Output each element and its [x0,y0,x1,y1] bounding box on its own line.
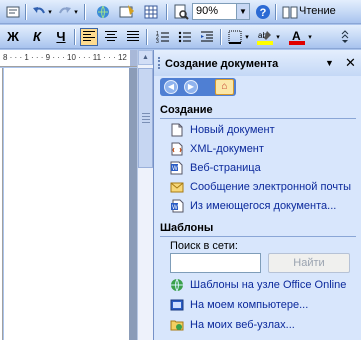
standard-toolbar: ▾ ▾ 90% ▼ ? Чтение [0,0,361,24]
section-divider [160,118,356,119]
align-left-button[interactable] [80,28,98,46]
numbering-button[interactable]: 123 [154,28,172,46]
undo-dropdown-icon[interactable]: ▾ [46,3,54,21]
svg-text:A: A [292,29,301,43]
numbered-list-icon: 123 [156,31,169,44]
toolbar-options-icon[interactable] [340,28,350,46]
help-icon[interactable]: ? [254,3,272,21]
insert-table-icon[interactable] [142,3,160,21]
xml-document-link[interactable]: XML-документ [170,140,264,158]
pane-menu-icon[interactable]: ▼ [325,58,334,68]
section-divider [160,236,356,237]
bold-button[interactable]: Ж [4,28,22,46]
drag-handle-icon[interactable] [158,57,160,69]
align-left-icon [83,31,95,43]
my-websites-templates-link[interactable]: На моих веб-узлах... [170,316,295,334]
print-preview-icon[interactable] [172,3,190,21]
font-color-button[interactable]: A [288,28,306,46]
task-pane-header: Создание документа ▼ ✕ [154,50,361,76]
template-search-input[interactable] [170,253,261,273]
formatting-toolbar: Ж К Ч 123 ▾ ab ▾ A ▾ [0,25,361,49]
blank-document-icon [170,123,184,137]
highlight-dropdown-icon[interactable]: ▾ [274,28,282,46]
zoom-dropdown-icon[interactable]: ▼ [236,4,249,19]
from-existing-document-link[interactable]: W Из имеющегося документа... [170,197,336,215]
link-label: На моих веб-узлах... [190,319,295,331]
align-center-button[interactable] [102,28,120,46]
font-color-icon: A [289,29,305,45]
task-pane-title: Создание документа [165,58,279,70]
read-mode-icon[interactable] [281,3,299,21]
italic-button[interactable]: К [28,28,46,46]
xml-document-icon [170,142,184,156]
link-label: Шаблоны на узле Office Online [190,279,347,291]
bullets-button[interactable] [176,28,194,46]
toolbar-separator [166,4,167,20]
web-page-icon: W [170,161,184,175]
svg-text:W: W [172,205,178,211]
link-label: Сообщение электронной почты [190,181,352,193]
toolbar-separator [84,4,85,20]
my-computer-icon [170,298,184,312]
search-online-label: Поиск в сети: [170,240,238,252]
redo-dropdown-icon[interactable]: ▾ [72,3,80,21]
scroll-up-icon[interactable]: ▲ [138,50,153,65]
insert-hyperlink-icon[interactable] [94,3,112,21]
link-label: Новый документ [190,124,275,136]
link-label: XML-документ [190,143,264,155]
new-document-link[interactable]: Новый документ [170,121,275,139]
toolbar-separator [146,29,147,45]
borders-button[interactable] [226,28,244,46]
link-label: На моем компьютере... [190,299,309,311]
scrollbar-thumb[interactable] [138,68,153,168]
read-mode-button[interactable]: Чтение [299,5,336,17]
home-icon[interactable]: ⌂ [215,79,234,95]
align-justify-button[interactable] [124,28,142,46]
office-online-templates-link[interactable]: Шаблоны на узле Office Online [170,276,346,294]
create-section-heading: Создание [160,104,213,116]
toolbar-separator [275,4,276,20]
justify-icon [127,31,139,43]
ruler-ticks: 8 · · · 1 · · · 9 · · · 10 · · · 11 · · … [3,53,132,62]
align-center-icon [105,31,117,43]
vertical-scrollbar[interactable]: ▲ [137,50,153,340]
bullet-list-icon [178,31,191,43]
document-page[interactable] [4,68,129,340]
horizontal-ruler[interactable]: 8 · · · 1 · · · 9 · · · 10 · · · 11 · · … [0,50,153,67]
toolbar-separator [74,29,75,45]
tables-borders-icon[interactable] [118,3,136,21]
task-pane-nav: ◀ ▶ ⌂ [160,78,236,96]
font-color-dropdown-icon[interactable]: ▾ [306,28,314,46]
envelope-icon [170,180,184,194]
highlighter-icon: ab [257,31,273,45]
svg-text:3: 3 [156,39,159,44]
svg-text:?: ? [260,7,267,19]
task-pane: Создание документа ▼ ✕ ◀ ▶ ⌂ Создание Но… [153,50,361,340]
toolbar-separator [220,29,221,45]
research-icon[interactable] [4,3,22,21]
email-message-link[interactable]: Сообщение электронной почты [170,178,351,196]
web-page-link[interactable]: W Веб-страница [170,159,261,177]
toolbar-separator [25,4,26,20]
borders-dropdown-icon[interactable]: ▾ [243,28,251,46]
document-from-existing-icon: W [170,199,184,213]
forward-icon[interactable]: ▶ [184,80,198,94]
border-icon [228,30,242,44]
web-folders-icon [170,318,184,332]
decrease-indent-button[interactable] [198,28,216,46]
svg-text:W: W [172,166,178,172]
office-online-icon [170,278,184,292]
my-computer-templates-link[interactable]: На моем компьютере... [170,296,308,314]
search-go-button[interactable]: Найти [268,253,350,273]
highlight-button[interactable]: ab [256,28,274,46]
back-icon[interactable]: ◀ [164,80,178,94]
link-label: Веб-страница [190,162,261,174]
underline-button[interactable]: Ч [52,28,70,46]
link-label: Из имеющегося документа... [190,200,337,212]
templates-section-heading: Шаблоны [160,222,214,234]
page-edge [129,68,137,340]
vertical-ruler [0,68,3,340]
indent-icon [201,31,213,42]
close-icon[interactable]: ✕ [345,55,356,71]
